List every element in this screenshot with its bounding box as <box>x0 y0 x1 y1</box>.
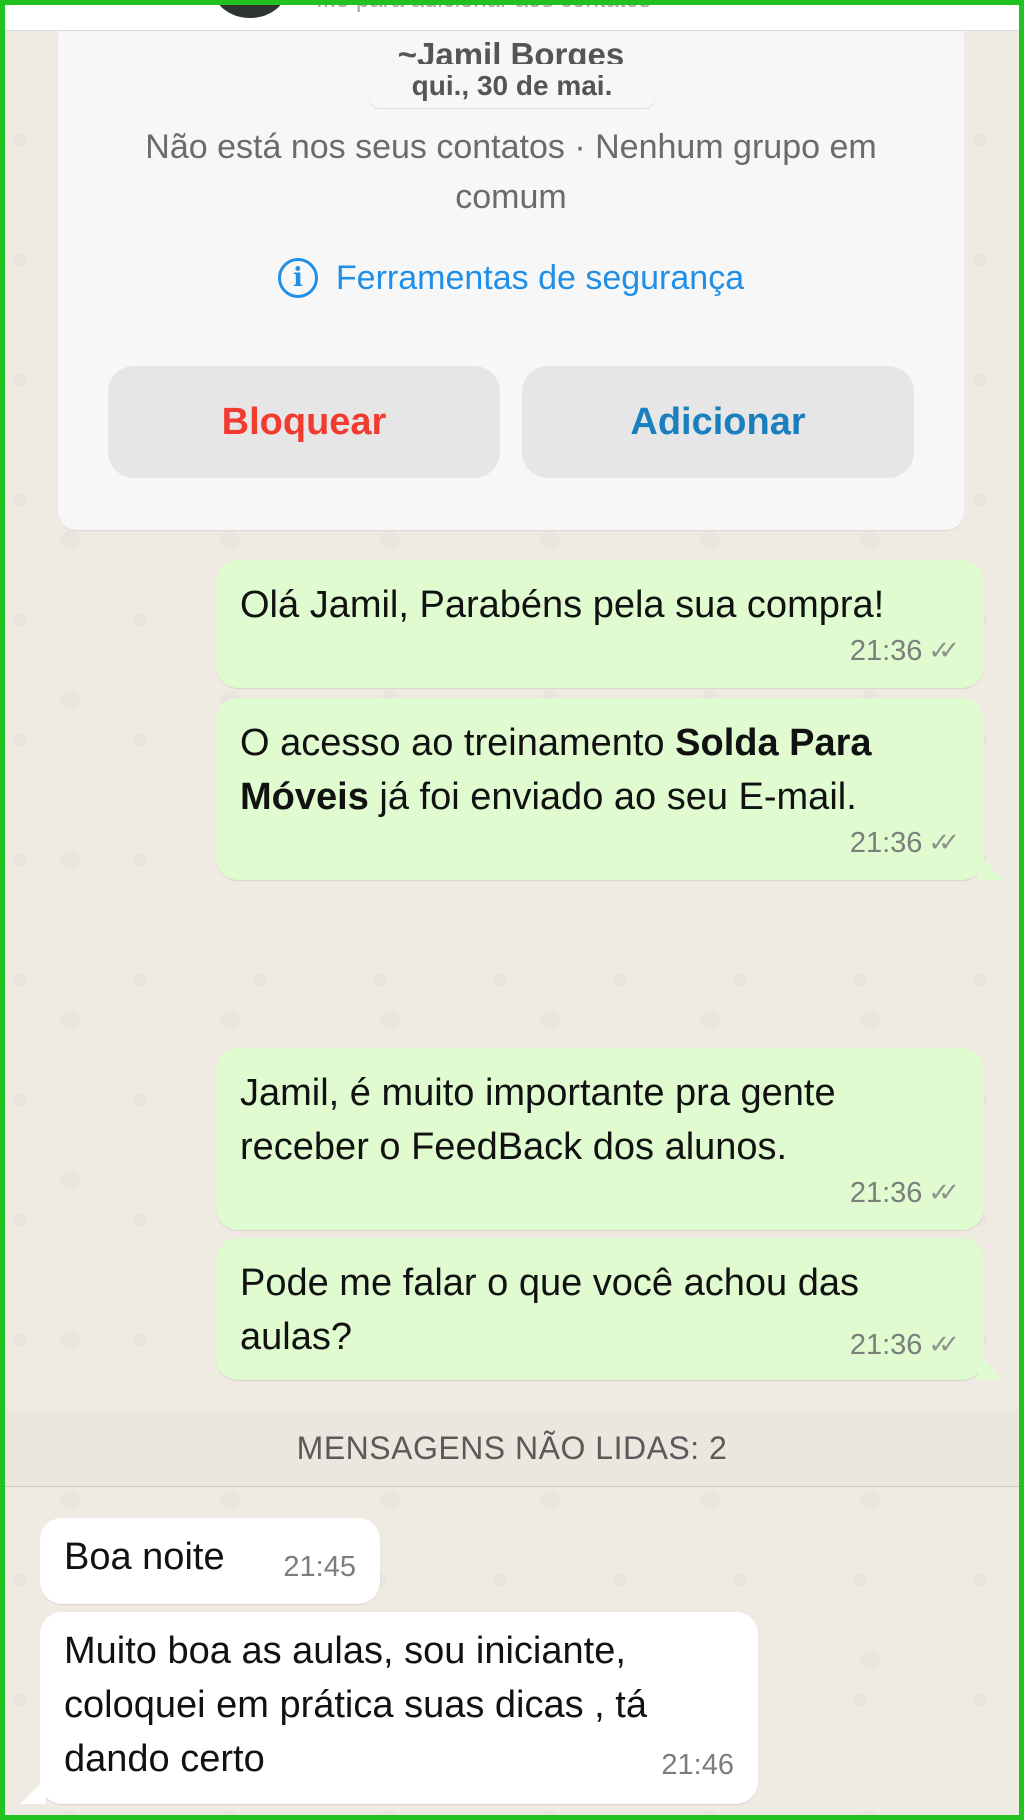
message-time: 21:45 <box>283 1551 356 1583</box>
message-bubble-outgoing[interactable]: O acesso ao treinamento Solda Para Móvei… <box>216 698 984 880</box>
message-text-part: O acesso ao treinamento <box>240 722 676 764</box>
message-meta: 21:36 ✓✓ <box>850 1166 960 1220</box>
block-button[interactable]: Bloquear <box>108 366 500 478</box>
message-meta: 21:46 <box>661 1738 734 1792</box>
read-ticks-icon: ✓✓ <box>928 1330 959 1360</box>
date-pill: qui., 30 de mai. <box>368 64 656 108</box>
message-text-part: já foi enviado ao seu E-mail. <box>368 776 857 818</box>
message-bubble-outgoing[interactable]: Jamil, é muito importante pra gente rece… <box>216 1048 984 1230</box>
message-meta: 21:45 <box>283 1540 356 1594</box>
contact-info: Não está nos seus contatos · Nenhum grup… <box>145 128 877 216</box>
message-text: Muito boa as aulas, sou iniciante, coloq… <box>64 1630 647 1780</box>
message-time: 21:36 <box>849 1329 923 1361</box>
message-time: 21:46 <box>661 1749 734 1781</box>
read-ticks-icon: ✓✓ <box>928 828 959 858</box>
message-text: O acesso ao treinamento Solda Para Móvei… <box>240 716 960 824</box>
safety-tools-link[interactable]: i Ferramentas de segurança <box>58 258 964 298</box>
unread-messages-divider: MENSAGENS NÃO LIDAS: 2 <box>0 1410 1024 1487</box>
info-icon: i <box>277 258 318 298</box>
message-time: 21:36 <box>849 635 923 667</box>
read-ticks-icon: ✓✓ <box>928 636 959 666</box>
message-time: 21:36 <box>849 827 923 859</box>
header-strip: ...o para adicionar aos contatos <box>0 0 1024 31</box>
message-meta: 21:36 ✓✓ <box>850 624 960 678</box>
read-ticks-icon: ✓✓ <box>928 1178 959 1208</box>
message-meta: 21:36 ✓✓ <box>850 1318 960 1372</box>
add-contact-hint: ...o para adicionar aos contatos <box>316 0 651 14</box>
message-time: 21:36 <box>849 1177 923 1209</box>
contact-avatar[interactable] <box>212 0 288 18</box>
add-contact-button[interactable]: Adicionar <box>522 366 914 478</box>
message-text: Jamil, é muito importante pra gente rece… <box>240 1072 836 1168</box>
message-bubble-incoming[interactable]: Boa noite 21:45 <box>40 1518 380 1604</box>
message-bubble-outgoing[interactable]: Olá Jamil, Parabéns pela sua compra! 21:… <box>216 560 984 688</box>
message-bubble-incoming[interactable]: Muito boa as aulas, sou iniciante, coloq… <box>40 1612 758 1804</box>
message-meta: 21:36 ✓✓ <box>850 816 960 870</box>
message-bubble-outgoing[interactable]: Pode me falar o que você achou das aulas… <box>216 1238 984 1380</box>
safety-tools-label: Ferramentas de segurança <box>335 258 745 297</box>
